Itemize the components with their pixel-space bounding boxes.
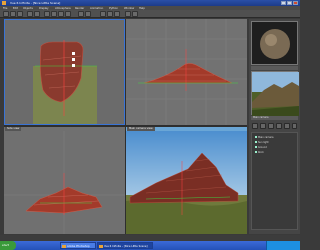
- camera-icon[interactable]: [252, 123, 258, 129]
- tree-item[interactable]: Main camera: [255, 136, 274, 139]
- front-viewport-canvas: [5, 20, 124, 124]
- maximize-button[interactable]: [287, 1, 292, 5]
- tree-item[interactable]: Rock: [255, 151, 264, 154]
- grid-icon[interactable]: [125, 11, 131, 17]
- taskbar-item-vue[interactable]: Vue 6 Infinite - [Nice Little Scene]: [97, 242, 153, 249]
- toolbar: [0, 10, 300, 18]
- water-icon[interactable]: [276, 123, 282, 129]
- camera-preview-image: [252, 72, 299, 116]
- rock-icon: [255, 151, 257, 153]
- material-sphere: [260, 29, 290, 59]
- open-icon[interactable]: [10, 11, 16, 17]
- save-icon[interactable]: [17, 11, 23, 17]
- atmosphere-icon[interactable]: [100, 11, 106, 17]
- terrain-icon[interactable]: [268, 123, 274, 129]
- photoshop-icon: [62, 244, 66, 248]
- undo-icon[interactable]: [27, 11, 33, 17]
- perspective-viewport-label: Main camera view: [127, 127, 155, 131]
- new-scene-icon[interactable]: [3, 11, 9, 17]
- taskbar-item-photoshop[interactable]: Adobe Photoshop: [60, 242, 96, 249]
- top-viewport-canvas: [126, 19, 247, 125]
- redo-icon[interactable]: [34, 11, 40, 17]
- side-viewport-canvas: [4, 131, 125, 234]
- material-bar: [251, 66, 298, 70]
- tree-item[interactable]: Ground: [255, 146, 267, 149]
- material-preview[interactable]: [251, 21, 298, 65]
- layout-icon[interactable]: [132, 11, 138, 17]
- front-viewport[interactable]: [4, 19, 125, 125]
- right-panel: Main camera Main camera Sun light Ground…: [249, 19, 300, 234]
- zoom-icon[interactable]: [107, 11, 113, 17]
- window-title: Vue 6 Infinite - [Nice Little Scene]: [10, 1, 61, 5]
- rotate-icon[interactable]: [58, 11, 64, 17]
- close-button[interactable]: [293, 1, 298, 5]
- light-icon[interactable]: [260, 123, 266, 129]
- side-viewport-label: Side view: [5, 127, 22, 131]
- camera-preview[interactable]: [251, 71, 299, 116]
- start-button[interactable]: start: [0, 241, 16, 250]
- scale-icon[interactable]: [65, 11, 71, 17]
- taskbar: start Adobe Photoshop Vue 6 Infinite - […: [0, 241, 300, 250]
- perspective-viewport[interactable]: Main camera view: [126, 127, 247, 234]
- side-viewport[interactable]: Side view: [4, 127, 125, 234]
- move-icon[interactable]: [51, 11, 57, 17]
- render-icon[interactable]: [78, 11, 84, 17]
- camera-icon: [255, 136, 257, 138]
- light-icon: [255, 141, 257, 143]
- tree-item[interactable]: Sun light: [255, 141, 269, 144]
- vue-icon: [99, 244, 103, 248]
- camera-preview-caption: Main camera: [251, 116, 298, 120]
- app-icon: [2, 1, 6, 5]
- plant-icon[interactable]: [284, 123, 290, 129]
- rock-icon[interactable]: [292, 123, 297, 129]
- top-viewport[interactable]: [126, 19, 247, 125]
- pan-icon[interactable]: [114, 11, 120, 17]
- world-browser: Main camera Sun light Ground Rock: [251, 132, 298, 230]
- ground-icon: [255, 146, 257, 148]
- viewports-area: Side view Main camera view: [4, 19, 247, 234]
- minimize-button[interactable]: [281, 1, 286, 5]
- system-tray: [266, 241, 300, 250]
- render-area-icon[interactable]: [85, 11, 91, 17]
- perspective-viewport-canvas: [126, 131, 247, 234]
- select-icon[interactable]: [44, 11, 50, 17]
